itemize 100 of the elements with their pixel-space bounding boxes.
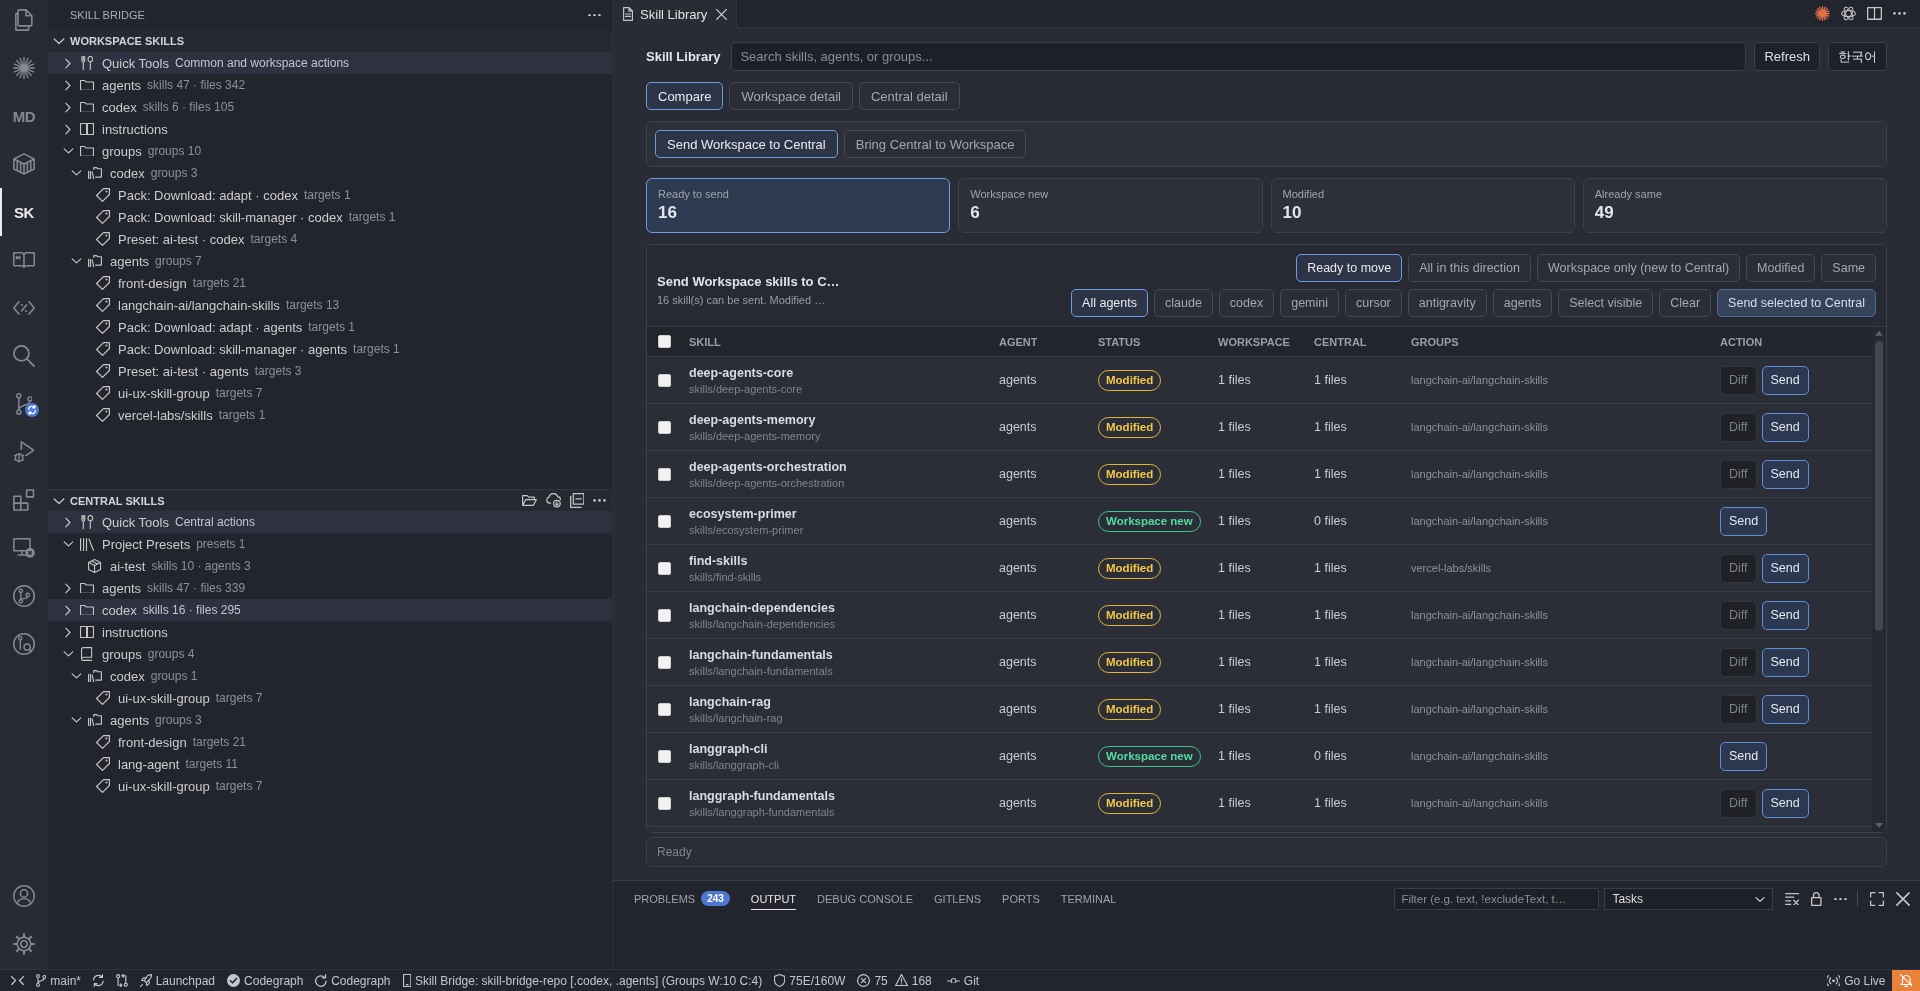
- panel-tab[interactable]: DEBUG CONSOLE: [817, 888, 914, 910]
- diff-button[interactable]: Diff: [1720, 788, 1757, 818]
- more-icon[interactable]: [588, 13, 601, 17]
- section-title[interactable]: CENTRAL SKILLS: [48, 489, 522, 512]
- tree-item[interactable]: Pack: Download: skill-manager · codex targets 1: [48, 206, 612, 228]
- row-checkbox[interactable]: [657, 373, 671, 387]
- tree-item[interactable]: ai-test skills 10 · agents 3: [48, 555, 612, 577]
- agent-chip[interactable]: agents: [1492, 289, 1553, 317]
- tree-item[interactable]: codex skills 6 · files 105: [48, 96, 612, 118]
- direction-tab[interactable]: Send Workspace to Central: [655, 130, 838, 158]
- panel-tab[interactable]: OUTPUT: [750, 888, 797, 910]
- send-button[interactable]: Send: [1720, 506, 1768, 536]
- more-icon[interactable]: [1893, 12, 1906, 15]
- clear-button[interactable]: Clear: [1659, 289, 1712, 317]
- send-button[interactable]: Send: [1761, 647, 1809, 677]
- tree-item[interactable]: instructions: [48, 118, 612, 140]
- tree-item[interactable]: agents groups 7: [48, 250, 612, 272]
- filter-chip[interactable]: Same: [1821, 254, 1876, 282]
- filter-chip[interactable]: Workspace only (new to Central): [1537, 254, 1741, 282]
- row-checkbox[interactable]: [657, 749, 671, 763]
- panel-tab[interactable]: PORTS: [1002, 888, 1040, 910]
- status-item[interactable]: Skill Bridge: skill-bridge-repo [.codex, .agents] (Groups W:10 C:4): [396, 970, 769, 991]
- status-item[interactable]: 75 168: [851, 970, 941, 991]
- select-visible-button[interactable]: Select visible: [1558, 289, 1654, 317]
- editor-tab[interactable]: Skill Library: [613, 0, 738, 28]
- send-button[interactable]: Send: [1720, 741, 1768, 771]
- status-item[interactable]: 75E/160W: [768, 970, 852, 991]
- agent-chip[interactable]: codex: [1218, 289, 1275, 317]
- stat-card[interactable]: Ready to send 16: [646, 178, 951, 233]
- tree-item[interactable]: groups groups 4: [48, 643, 612, 665]
- tree-item[interactable]: codex groups 1: [48, 665, 612, 687]
- tree-item[interactable]: agents skills 47 · files 342: [48, 74, 612, 96]
- direction-tab[interactable]: Bring Central to Workspace: [843, 130, 1027, 158]
- tree-item[interactable]: agents skills 47 · files 339: [48, 577, 612, 599]
- diff-button[interactable]: Diff: [1720, 553, 1757, 583]
- tree-item[interactable]: agents groups 3: [48, 709, 612, 731]
- diff-button[interactable]: Diff: [1720, 647, 1757, 677]
- status-item[interactable]: Go Live: [1821, 970, 1892, 991]
- send-button[interactable]: Send: [1761, 459, 1809, 489]
- search-field[interactable]: Search skills, agents, or groups...: [731, 42, 1747, 71]
- status-item[interactable]: Git: [940, 970, 986, 991]
- clear-list-icon[interactable]: [1785, 892, 1800, 906]
- tree-item[interactable]: Preset: ai-test · agents targets 3: [48, 360, 612, 382]
- tree-item[interactable]: codex groups 3: [48, 162, 612, 184]
- row-checkbox[interactable]: [657, 655, 671, 669]
- stat-card[interactable]: Workspace new 6: [958, 178, 1263, 233]
- language-button[interactable]: 한국어: [1828, 42, 1887, 71]
- tree-item[interactable]: langchain-ai/langchain-skills targets 13: [48, 294, 612, 316]
- burst-icon[interactable]: [1815, 6, 1830, 21]
- send-button[interactable]: Send: [1761, 788, 1809, 818]
- send-button[interactable]: Send: [1761, 365, 1809, 395]
- send-button[interactable]: Send: [1761, 412, 1809, 442]
- tree-item[interactable]: Pack: Download: adapt · codex targets 1: [48, 184, 612, 206]
- close-icon[interactable]: [716, 8, 728, 20]
- notification-button[interactable]: [1891, 970, 1920, 991]
- tree-item[interactable]: front-design targets 21: [48, 272, 612, 294]
- status-item[interactable]: Launchpad: [133, 970, 222, 991]
- select-dropdown[interactable]: Tasks: [1604, 888, 1774, 910]
- split-editor-icon[interactable]: [1867, 7, 1882, 20]
- row-checkbox[interactable]: [657, 467, 671, 481]
- diff-button[interactable]: Diff: [1720, 412, 1757, 442]
- agent-chip[interactable]: All agents: [1071, 289, 1148, 317]
- collapse-all-icon[interactable]: [569, 493, 584, 508]
- tree-item[interactable]: groups groups 10: [48, 140, 612, 162]
- agent-chip[interactable]: antigravity: [1407, 289, 1487, 317]
- close-icon[interactable]: [1896, 892, 1910, 906]
- knot-icon[interactable]: [1841, 6, 1856, 21]
- diff-button[interactable]: Diff: [1720, 365, 1757, 395]
- panel-tab[interactable]: PROBLEMS 243: [634, 888, 730, 910]
- folder-open-icon[interactable]: [521, 495, 537, 506]
- row-checkbox[interactable]: [657, 561, 671, 575]
- view-tab[interactable]: Central detail: [858, 82, 960, 110]
- agent-chip[interactable]: gemini: [1280, 289, 1340, 317]
- tree-item[interactable]: ui-ux-skill-group targets 7: [48, 382, 612, 404]
- tree-item[interactable]: front-design targets 21: [48, 731, 612, 753]
- select-all-checkbox[interactable]: [657, 335, 671, 348]
- agent-chip[interactable]: claude: [1154, 289, 1213, 317]
- cloud-download-icon[interactable]: [545, 493, 561, 508]
- agent-chip[interactable]: cursor: [1345, 289, 1402, 317]
- refresh-button[interactable]: Refresh: [1754, 42, 1820, 71]
- diff-button[interactable]: Diff: [1720, 600, 1757, 630]
- tree-item[interactable]: vercel-labs/skills targets 1: [48, 404, 612, 426]
- status-item[interactable]: main*: [30, 970, 87, 991]
- filter-chip[interactable]: Ready to move: [1296, 254, 1403, 282]
- diff-button[interactable]: Diff: [1720, 694, 1757, 724]
- panel-tab[interactable]: GITLENS: [934, 888, 982, 910]
- send-button[interactable]: Send: [1761, 600, 1809, 630]
- tree-item[interactable]: lang-agent targets 11: [48, 753, 612, 775]
- row-checkbox[interactable]: [657, 796, 671, 810]
- tree-item[interactable]: Preset: ai-test · codex targets 4: [48, 228, 612, 250]
- send-button[interactable]: Send: [1761, 694, 1809, 724]
- status-item[interactable]: Codegraph: [309, 970, 397, 991]
- stat-card[interactable]: Already same 49: [1582, 178, 1887, 233]
- filter-chip[interactable]: All in this direction: [1408, 254, 1531, 282]
- tree-item[interactable]: ui-ux-skill-group targets 7: [48, 687, 612, 709]
- view-tab[interactable]: Compare: [646, 82, 724, 110]
- tree-item[interactable]: Pack: Download: adapt · agents targets 1: [48, 316, 612, 338]
- diff-button[interactable]: Diff: [1720, 459, 1757, 489]
- panel-tab[interactable]: TERMINAL: [1060, 888, 1117, 910]
- row-checkbox[interactable]: [657, 514, 671, 528]
